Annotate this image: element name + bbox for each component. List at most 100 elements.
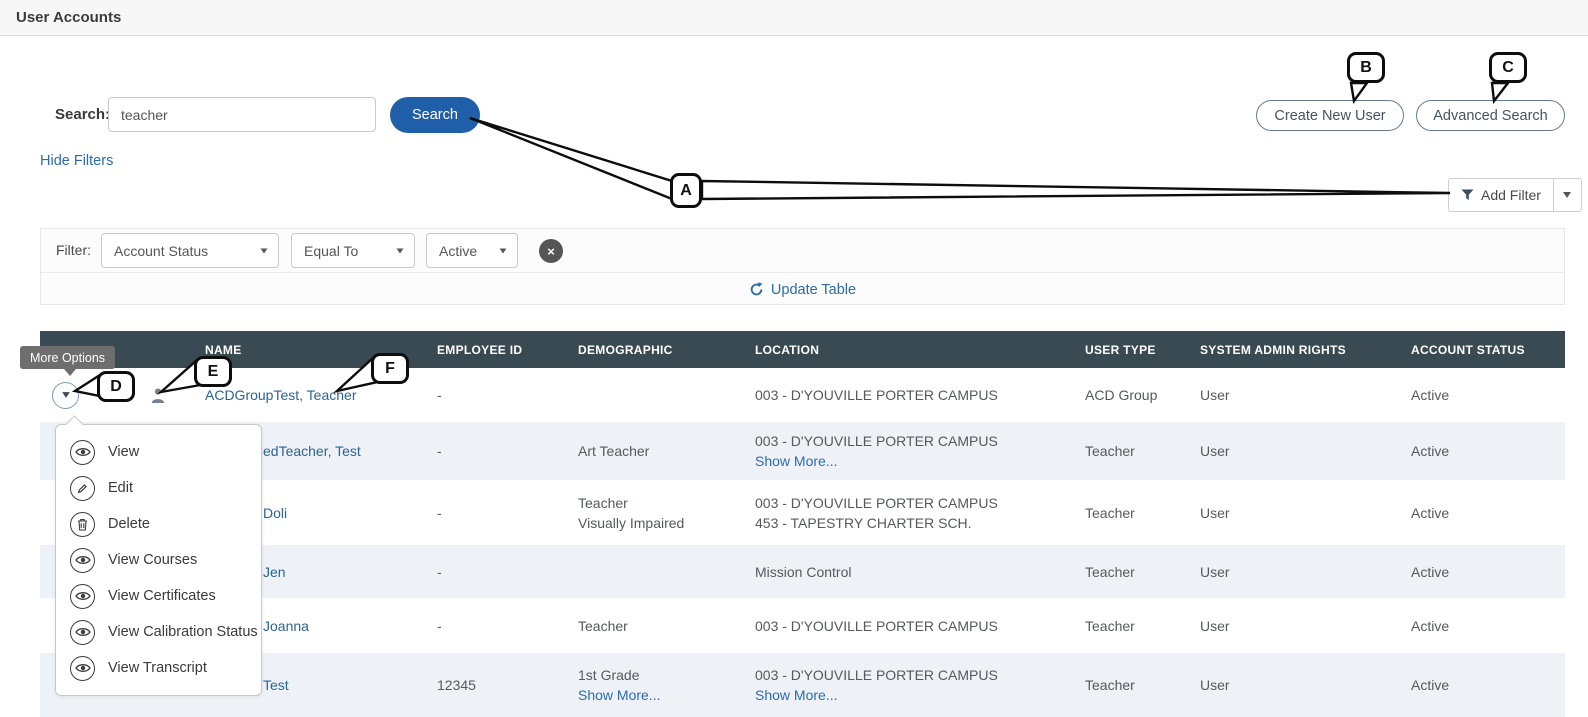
- callout-e: E: [194, 356, 232, 387]
- user-accounts-page: User Accounts Search: Search Hide Filter…: [0, 0, 1588, 717]
- col-header-employee-id: EMPLOYEE ID: [425, 343, 565, 357]
- account-status-cell: Active: [1398, 675, 1565, 695]
- location-line: 003 - D'YOUVILLE PORTER CAMPUS: [755, 667, 998, 683]
- callout-f: F: [371, 353, 409, 384]
- menu-item-label: View Calibration Status: [108, 624, 258, 640]
- location-line: 003 - D'YOUVILLE PORTER CAMPUS: [755, 433, 998, 449]
- refresh-icon: [749, 282, 764, 297]
- hide-filters-link[interactable]: Hide Filters: [40, 153, 113, 169]
- title-bar: User Accounts: [0, 0, 1588, 36]
- employee-id-cell: -: [425, 616, 565, 636]
- callout-d: D: [97, 371, 135, 402]
- menu-item-view-transcript[interactable]: View Transcript: [56, 650, 261, 686]
- eye-icon: [70, 440, 95, 465]
- update-table-link[interactable]: Update Table: [41, 273, 1564, 306]
- admin-rights-cell: User: [1188, 675, 1398, 695]
- eye-icon: [70, 656, 95, 681]
- employee-id-cell: 12345: [425, 675, 565, 695]
- demographic-cell: Art Teacher: [565, 441, 743, 461]
- menu-item-view-certificates[interactable]: View Certificates: [56, 578, 261, 614]
- menu-item-label: View Transcript: [108, 660, 207, 676]
- user-name-link[interactable]: Jen: [263, 562, 286, 582]
- user-type-cell: ACD Group: [1073, 385, 1188, 405]
- account-status-cell: Active: [1398, 616, 1565, 636]
- trash-icon: [70, 512, 95, 537]
- employee-id-cell: -: [425, 562, 565, 582]
- more-options-menu: View Edit Delete View Courses View Certi…: [55, 424, 262, 696]
- show-more-link[interactable]: Show More...: [755, 685, 1073, 705]
- show-more-link[interactable]: Show More...: [578, 685, 743, 705]
- funnel-icon: [1461, 189, 1474, 201]
- col-header-demographic: DEMOGRAPHIC: [565, 343, 743, 357]
- user-name-link[interactable]: Doli: [263, 503, 287, 523]
- user-name-link[interactable]: Test: [263, 675, 289, 695]
- col-header-location: LOCATION: [743, 343, 1073, 357]
- col-header-admin-rights: SYSTEM ADMIN RIGHTS: [1188, 343, 1398, 357]
- create-new-user-button[interactable]: Create New User: [1256, 100, 1404, 131]
- user-name-link[interactable]: ACDGroupTest, Teacher: [205, 387, 356, 403]
- filter-operator-select[interactable]: Equal To: [291, 233, 415, 268]
- update-table-label: Update Table: [771, 282, 856, 298]
- col-header-account-status: ACCOUNT STATUS: [1398, 343, 1565, 357]
- tooltip-arrow: [64, 369, 76, 376]
- menu-item-delete[interactable]: Delete: [56, 506, 261, 542]
- menu-item-view[interactable]: View: [56, 434, 261, 470]
- admin-rights-cell: User: [1188, 503, 1398, 523]
- eye-icon: [70, 584, 95, 609]
- callout-c: C: [1489, 52, 1527, 83]
- filter-operator-value: Equal To: [304, 243, 358, 259]
- table-row: Test 12345 1st Grade Show More... 003 - …: [40, 653, 1565, 717]
- add-filter-label: Add Filter: [1481, 187, 1541, 203]
- table-row: ACDGroupTest, Teacher - 003 - D'YOUVILLE…: [40, 368, 1565, 422]
- admin-rights-cell: User: [1188, 562, 1398, 582]
- account-status-cell: Active: [1398, 562, 1565, 582]
- employee-id-cell: -: [425, 385, 565, 405]
- user-type-cell: Teacher: [1073, 562, 1188, 582]
- menu-item-label: View: [108, 444, 139, 460]
- more-options-tooltip: More Options: [20, 346, 115, 369]
- employee-id-cell: -: [425, 503, 565, 523]
- demographic-cell: Teacher: [565, 616, 743, 636]
- demographic-cell: Teacher Visually Impaired: [565, 493, 743, 533]
- filter-value-select[interactable]: Active: [426, 233, 518, 268]
- remove-filter-button[interactable]: ×: [539, 239, 563, 263]
- menu-item-view-courses[interactable]: View Courses: [56, 542, 261, 578]
- user-name-link[interactable]: edTeacher, Test: [263, 441, 361, 461]
- eye-icon: [70, 548, 95, 573]
- menu-item-label: View Certificates: [108, 588, 216, 604]
- table-header-row: NAME EMPLOYEE ID DEMOGRAPHIC LOCATION US…: [40, 331, 1565, 368]
- filter-label: Filter:: [56, 242, 91, 258]
- admin-rights-cell: User: [1188, 616, 1398, 636]
- account-status-cell: Active: [1398, 503, 1565, 523]
- user-type-cell: Teacher: [1073, 616, 1188, 636]
- location-cell: Mission Control: [743, 562, 1073, 582]
- search-input[interactable]: [108, 97, 376, 132]
- menu-item-label: Edit: [108, 480, 133, 496]
- menu-item-edit[interactable]: Edit: [56, 470, 261, 506]
- filter-field-select[interactable]: Account Status: [101, 233, 279, 268]
- more-options-button[interactable]: [52, 382, 79, 409]
- show-more-link[interactable]: Show More...: [755, 451, 1073, 471]
- filter-value-value: Active: [439, 243, 477, 259]
- col-header-user-type: USER TYPE: [1073, 343, 1188, 357]
- location-cell: 003 - D'YOUVILLE PORTER CAMPUS Show More…: [743, 431, 1073, 471]
- menu-item-label: Delete: [108, 516, 150, 532]
- search-label: Search:: [55, 106, 110, 123]
- location-line: 003 - D'YOUVILLE PORTER CAMPUS: [755, 493, 1073, 513]
- search-button[interactable]: Search: [390, 97, 480, 133]
- pencil-icon: [70, 476, 95, 501]
- add-filter-group: Add Filter: [1448, 178, 1582, 212]
- advanced-search-button[interactable]: Advanced Search: [1416, 100, 1565, 131]
- menu-item-view-calibration-status[interactable]: View Calibration Status: [56, 614, 261, 650]
- user-table: NAME EMPLOYEE ID DEMOGRAPHIC LOCATION US…: [40, 331, 1565, 717]
- table-row: edTeacher, Test - Art Teacher 003 - D'YO…: [40, 422, 1565, 480]
- chevron-down-icon: [1563, 192, 1571, 198]
- demographic-line: Visually Impaired: [578, 513, 743, 533]
- demographic-cell: 1st Grade Show More...: [565, 665, 743, 705]
- user-name-link[interactable]: Joanna: [263, 616, 309, 636]
- add-filter-button[interactable]: Add Filter: [1448, 178, 1554, 212]
- add-filter-caret-button[interactable]: [1554, 178, 1582, 212]
- person-icon: [150, 387, 193, 404]
- admin-rights-cell: User: [1188, 441, 1398, 461]
- chevron-down-icon: [261, 248, 268, 253]
